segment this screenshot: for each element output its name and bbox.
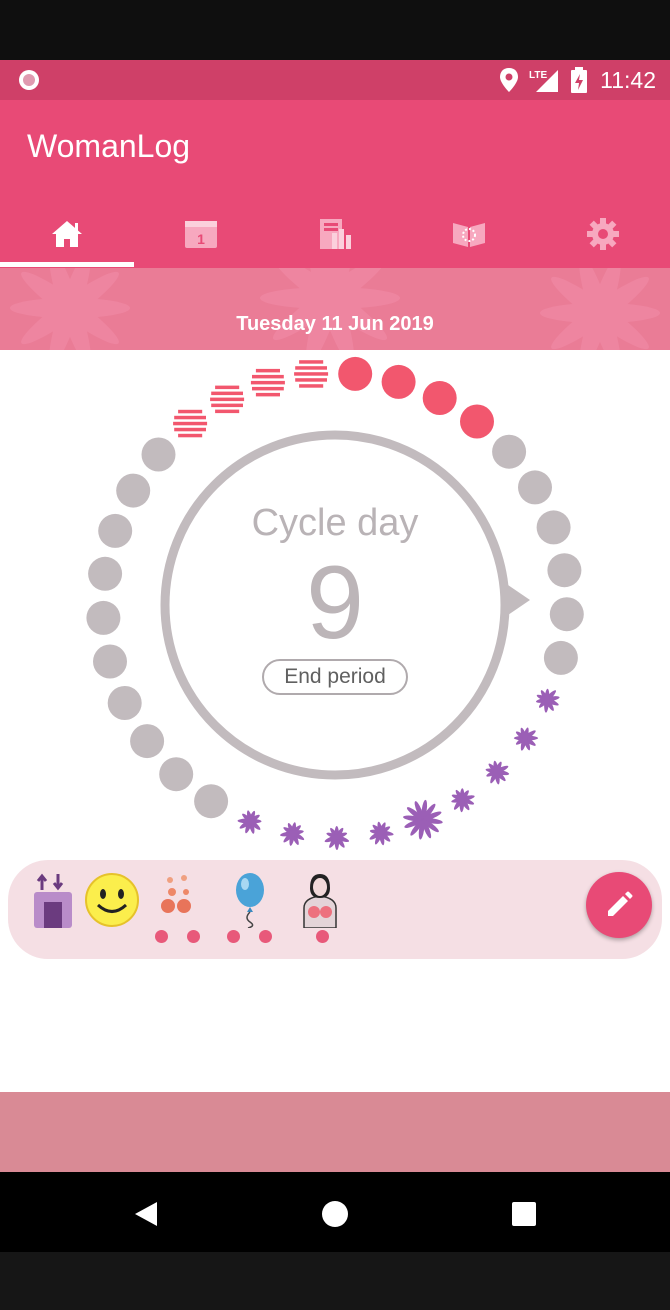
status-bar: LTE 11:42 (0, 60, 670, 100)
home-nav-icon (322, 1201, 348, 1227)
cycle-day-marker-period (338, 356, 373, 391)
intensity-dot (155, 930, 168, 943)
location-icon (500, 68, 518, 92)
cycle-day-marker-fertile (280, 822, 305, 846)
cycle-day-marker-fertile (324, 826, 350, 850)
cycle-day-marker-neutral (107, 686, 142, 720)
app-bar: WomanLog 1 (0, 100, 670, 268)
cycle-day-marker-neutral (194, 784, 229, 819)
end-period-button[interactable]: End period (262, 659, 408, 695)
settings-icon (587, 218, 619, 250)
cycle-day-number: 9 (306, 545, 364, 661)
cycle-day-marker-neutral (141, 437, 176, 472)
symptom-bar (8, 860, 662, 959)
tab-calendar[interactable]: 1 (134, 203, 268, 265)
symptom-weight[interactable] (28, 872, 88, 952)
network-label: LTE (529, 70, 547, 81)
cycle-day-marker-predicted (250, 365, 285, 400)
symptom-breast-tenderness[interactable] (292, 872, 352, 952)
cycle-day-marker-predicted (173, 406, 208, 441)
symptom-acne[interactable] (148, 872, 208, 952)
cycle-day-marker-neutral (518, 470, 552, 505)
edit-pencil-icon (608, 891, 633, 916)
tab-statistics[interactable] (268, 203, 402, 265)
back-icon (135, 1202, 157, 1226)
flower-pattern (0, 268, 670, 350)
recents-button[interactable] (504, 1194, 544, 1234)
symptom-bloating[interactable] (220, 872, 280, 952)
calendar-badge: 1 (197, 231, 205, 247)
tab-selected-indicator (0, 262, 134, 267)
cycle-day-marker-neutral (159, 757, 194, 792)
cycle-day-marker-fertile (514, 727, 538, 751)
breast-tenderness-icon (303, 874, 337, 929)
cycle-day-marker-fertile (535, 688, 560, 713)
smiley-mood-icon (85, 873, 139, 927)
cycle-day-marker-period (422, 381, 457, 415)
home-icon (52, 221, 82, 247)
tab-home[interactable] (0, 203, 134, 265)
app-title: WomanLog (27, 128, 191, 164)
cycle-day-marker-neutral (492, 434, 527, 469)
cycle-day-marker-predicted (294, 357, 329, 392)
cycle-day-marker-fertile (451, 788, 475, 813)
statistics-icon (320, 219, 351, 249)
weight-scale-icon (34, 873, 72, 928)
tab-book[interactable] (402, 203, 536, 265)
back-button[interactable] (126, 1194, 166, 1234)
cycle-day-marker-neutral (130, 724, 165, 759)
cycle-day-marker-fertile (485, 760, 510, 785)
battery-icon (571, 67, 587, 93)
intensity-dot (187, 930, 200, 943)
intensity-dot (227, 930, 240, 943)
ad-banner-area (0, 1092, 670, 1172)
cycle-day-marker-period (381, 364, 416, 399)
status-time: 11:42 (600, 67, 656, 93)
cycle-day-marker-period (460, 404, 494, 439)
navigation-bar (0, 1172, 670, 1252)
home-nav-button[interactable] (315, 1194, 355, 1234)
cycle-day-marker-fertile (237, 810, 262, 834)
cycle-day-marker-ovulation (403, 799, 443, 840)
top-system-bezel (0, 0, 670, 60)
date-banner: Tuesday 11 Jun 2019 (0, 268, 670, 350)
signal-icon: LTE (529, 70, 558, 92)
tab-settings[interactable] (536, 203, 670, 265)
intensity-dot (316, 930, 329, 943)
current-date: Tuesday 11 Jun 2019 (236, 313, 434, 335)
edit-button[interactable] (586, 872, 652, 938)
recents-icon (512, 1202, 536, 1226)
acne-icon (161, 875, 191, 913)
bloating-balloon-icon (236, 873, 264, 929)
cycle-day-marker-predicted (210, 382, 245, 417)
calendar-icon: 1 (185, 221, 217, 248)
bottom-system-bezel (0, 1252, 670, 1310)
cycle-widget: Cycle day 9 End period (0, 350, 670, 850)
book-icon (453, 223, 485, 247)
notification-circle-icon (19, 70, 39, 90)
cycle-day-marker-fertile (369, 821, 394, 846)
symptom-mood[interactable] (84, 872, 144, 952)
intensity-dot (259, 930, 272, 943)
cycle-day-label: Cycle day (251, 502, 419, 544)
